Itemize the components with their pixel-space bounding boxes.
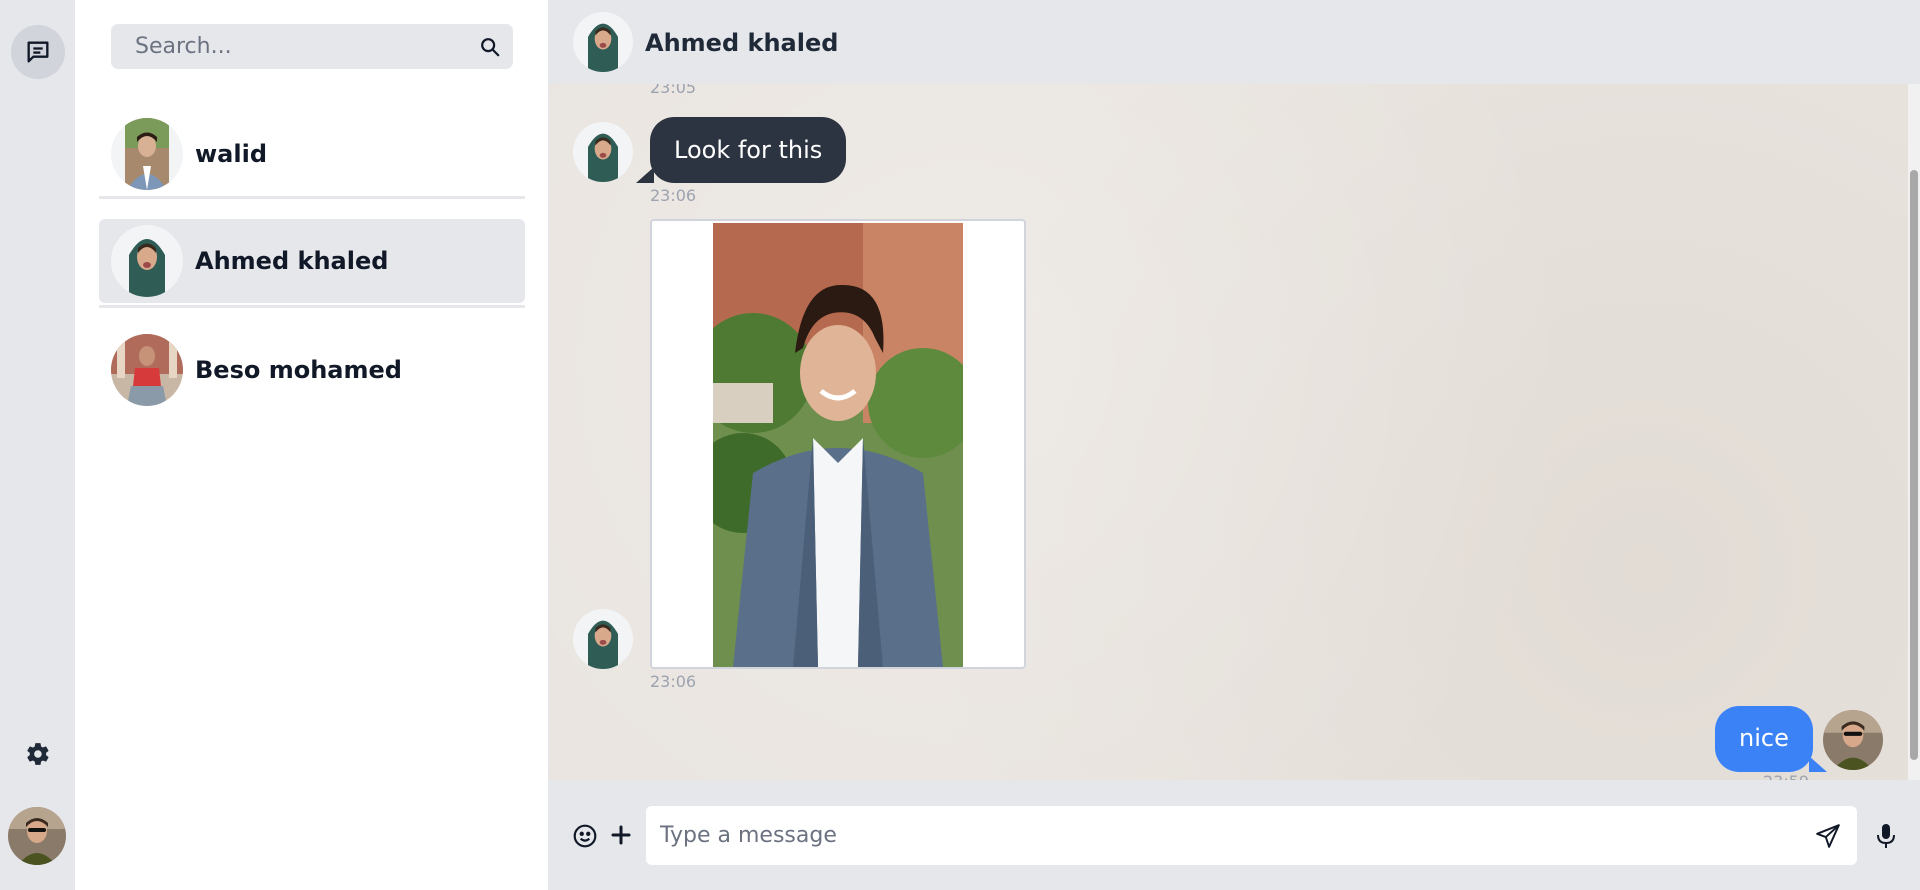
contacts-sidebar: walid Ahmed khaled (75, 0, 549, 890)
incoming-message: Look for this (635, 117, 847, 183)
scrollbar[interactable] (1908, 84, 1920, 780)
message-timestamp: 23:05 (650, 84, 697, 97)
avatar (111, 118, 183, 190)
message-timestamp: 23:06 (650, 186, 697, 205)
avatar (1823, 710, 1883, 770)
contact-name: Beso mohamed (195, 356, 402, 384)
chat-header: Ahmed khaled (549, 0, 1920, 84)
shared-photo (713, 223, 963, 667)
plus-icon (611, 825, 631, 845)
left-rail (0, 0, 75, 890)
avatar[interactable] (573, 12, 633, 72)
contact-item-ahmed-khaled[interactable]: Ahmed khaled (99, 219, 525, 303)
avatar (111, 225, 183, 297)
divider (99, 196, 525, 199)
image-message[interactable] (650, 219, 1026, 669)
chat-bubble-icon (27, 41, 49, 63)
message-list[interactable]: 23:05 Look for this 23:06 23:06 nice (549, 84, 1920, 780)
emoji-button[interactable] (571, 822, 599, 850)
contact-item-beso-mohamed[interactable]: Beso mohamed (99, 328, 525, 412)
search-box (111, 24, 513, 69)
outgoing-message: nice (1715, 706, 1827, 772)
contact-name: walid (195, 140, 267, 168)
message-input[interactable] (646, 806, 1857, 865)
search-icon[interactable] (479, 36, 501, 58)
message-timestamp: 23:06 (650, 672, 697, 691)
message-composer (549, 780, 1920, 890)
voice-button[interactable] (1874, 822, 1898, 850)
chats-button[interactable] (11, 25, 65, 79)
avatar (111, 334, 183, 406)
scrollbar-thumb[interactable] (1910, 170, 1918, 760)
microphone-icon (1877, 824, 1895, 848)
avatar (573, 609, 633, 669)
send-button[interactable] (1814, 822, 1842, 850)
search-input[interactable] (111, 24, 471, 69)
settings-button[interactable] (24, 740, 52, 768)
chat-title: Ahmed khaled (645, 29, 839, 57)
smiley-icon (573, 824, 597, 848)
contact-name: Ahmed khaled (195, 247, 389, 275)
chat-panel: Ahmed khaled 23:05 Look for this 23:06 2… (549, 0, 1920, 890)
contact-item-walid[interactable]: walid (99, 112, 525, 196)
attach-button[interactable] (608, 822, 634, 848)
divider (99, 305, 525, 308)
message-timestamp: 23:59 (1763, 772, 1809, 780)
send-icon (1816, 824, 1840, 848)
avatar[interactable] (8, 807, 66, 865)
avatar (573, 122, 633, 182)
gear-icon (27, 743, 49, 765)
